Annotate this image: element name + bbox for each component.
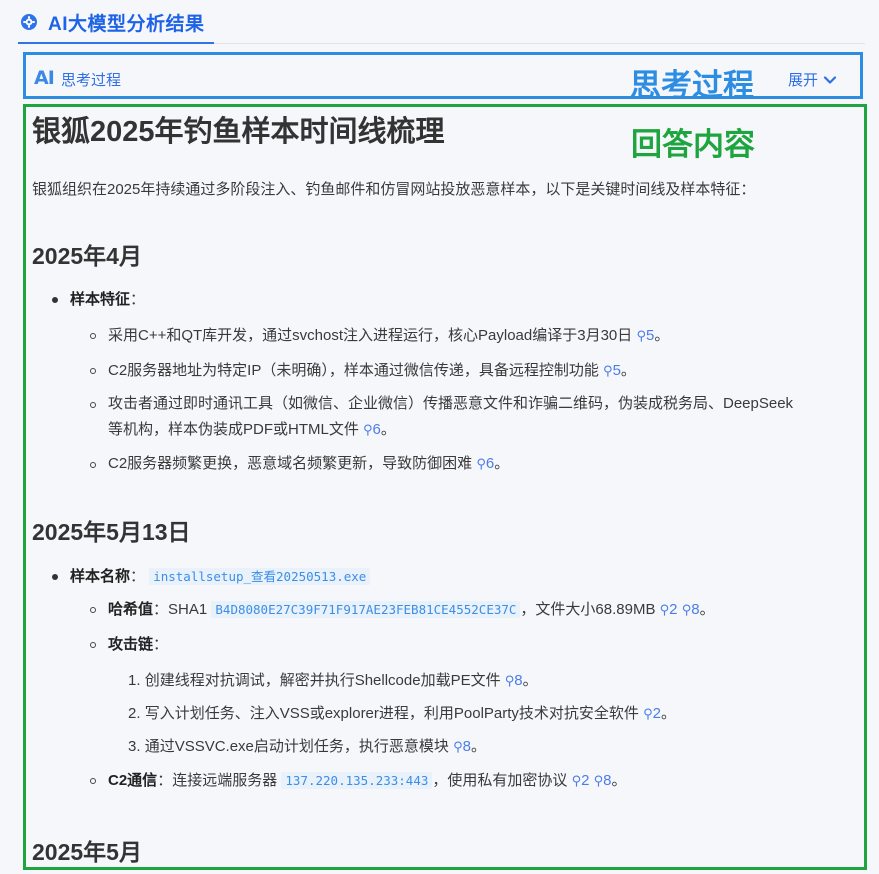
citation-link[interactable]: ⚲5 [603,362,621,379]
tab-divider [214,43,865,44]
citation-link[interactable]: ⚲5 [636,327,654,344]
answer-intro: 银狐组织在2025年持续通过多阶段注入、钓鱼邮件和仿冒网站投放恶意样本，以下是关… [32,181,756,198]
gear-icon [20,13,38,31]
citation-link[interactable]: ⚲2 [643,705,661,722]
sample-hash: B4D8080E27C39F71F917AE23FEB81CE4552CE37C [211,601,521,618]
bullet [90,368,96,374]
list-item: C2服务器频繁更换，恶意域名频繁更新，导致防御困难 ⚲6。 [108,455,510,472]
tab-title: AI大模型分析结果 [48,13,205,35]
tab-bar: AI大模型分析结果 [0,0,879,46]
thinking-annotation: 思考过程 [630,68,754,103]
expand-button[interactable]: 展开 [788,69,837,90]
chevron-down-icon [823,75,837,84]
bullet [90,778,96,784]
bullet [90,402,96,408]
tab-active-indicator [18,42,214,44]
section-heading: 2025年4月 [32,243,142,269]
citation-link[interactable]: ⚲2 [660,601,678,618]
tab-ai-analysis[interactable]: AI大模型分析结果 [20,2,205,42]
section-heading: 2025年5月 [32,839,142,865]
expand-label: 展开 [788,72,819,89]
bullet [90,642,96,648]
sample-filename: installsetup_查看20250513.exe [149,568,371,585]
thinking-panel: AI 思考过程 思考过程 展开 [23,52,863,103]
bullet [52,297,58,303]
list-item: 样本特征： [70,291,146,308]
chain-step: 1. 创建线程对抗调试，解密并执行Shellcode加载PE文件 ⚲8。 [128,672,538,689]
list-item: 攻击者通过即时通讯工具（如微信、企业微信）传播恶意文件和诈骗二维码，伪装成税务局… [108,395,794,438]
citation-link[interactable]: ⚲8 [594,772,612,789]
c2-address: 137.220.135.233:443 [281,772,433,789]
citation-link[interactable]: ⚲8 [505,672,523,689]
ai-badge-icon: AI [34,67,55,89]
citation-link[interactable]: ⚲8 [453,738,471,755]
bullet [90,462,96,468]
section-heading: 2025年5月13日 [32,519,191,545]
citation-link[interactable]: ⚲6 [476,455,494,472]
list-item: C2通信：连接远端服务器 137.220.135.233:443 ，使用私有加密协… [108,772,627,789]
bullet [90,333,96,339]
bullet [90,607,96,613]
thinking-label: 思考过程 [61,72,122,89]
chain-step: 3. 通过VSSVC.exe启动计划任务，执行恶意模块 ⚲8。 [128,738,486,755]
citation-link[interactable]: ⚲2 [572,772,590,789]
list-item: 攻击链： [108,636,169,653]
list-item: 采用C++和QT库开发，通过svchost注入进程运行，核心Payload编译于… [108,327,670,344]
list-item: C2服务器地址为特定IP（未明确），样本通过微信传递，具备远程控制功能 ⚲5。 [108,362,636,379]
answer-title: 银狐2025年钓鱼样本时间线梳理 [32,116,445,148]
answer-annotation: 回答内容 [631,127,755,162]
bullet [52,574,58,580]
citation-link[interactable]: ⚲6 [363,421,381,438]
citation-link[interactable]: ⚲8 [682,601,700,618]
chain-step: 2. 写入计划任务、注入VSS或explorer进程，利用PoolParty技术… [128,705,676,722]
list-item: 哈希值：SHA1 B4D8080E27C39F71F917AE23FEB81CE… [108,601,715,618]
list-item: 样本名称： installsetup_查看20250513.exe [70,564,371,590]
item-label: 样本特征 [70,291,131,308]
